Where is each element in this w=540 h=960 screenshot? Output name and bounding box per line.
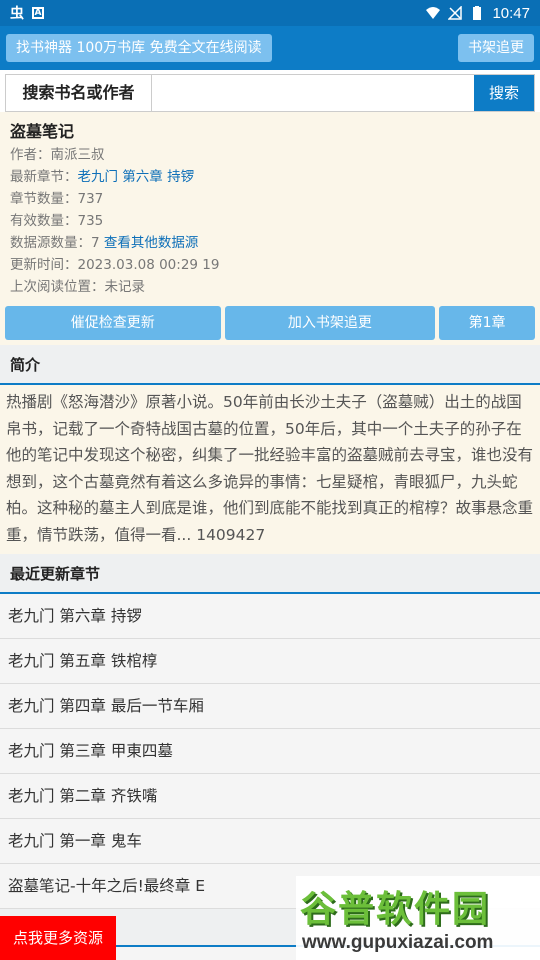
book-title: 盗墓笔记 (10, 122, 75, 141)
action-buttons: 催促检查更新 加入书架追更 第1章 (0, 302, 540, 345)
battery-icon (473, 6, 482, 20)
first-chapter-button[interactable]: 第1章 (439, 306, 535, 340)
search-button[interactable]: 搜索 (474, 75, 534, 111)
watermark-cn: 谷普软件园 (300, 889, 491, 930)
chapter-count-row: 章节数量：737 (10, 188, 530, 210)
updated-value: 2023.03.08 00:29 19 (77, 257, 220, 273)
updated-row: 更新时间：2023.03.08 00:29 19 (10, 254, 530, 276)
chapter-item[interactable]: 老九门 第五章 铁棺椁 (0, 639, 540, 684)
chapter-item[interactable]: 老九门 第一章 鬼车 (0, 819, 540, 864)
search-label: 搜索书名或作者 (6, 75, 152, 111)
search-input[interactable] (152, 75, 474, 111)
valid-count-row: 有效数量：735 (10, 210, 530, 232)
status-bar: 虫 A 10:47 (0, 0, 540, 26)
remind-update-button[interactable]: 催促检查更新 (5, 306, 221, 340)
bookshelf-button[interactable]: 书架追更 (458, 34, 534, 62)
latest-chapter-link[interactable]: 老九门 第六章 持锣 (78, 169, 195, 185)
book-info: 盗墓笔记 作者：南派三叔 最新章节：老九门 第六章 持锣 章节数量：737 有效… (0, 112, 540, 302)
last-read-value: 未记录 (104, 279, 146, 295)
sources-label: 数据源数量： (10, 235, 91, 251)
app-notification-icon: 虫 (10, 6, 24, 22)
add-to-shelf-button[interactable]: 加入书架追更 (224, 306, 436, 340)
author-row: 作者：南派三叔 (10, 144, 530, 166)
recent-chapter-list: 老九门 第六章 持锣 老九门 第五章 铁棺椁 老九门 第四章 最后一节车厢 老九… (0, 594, 540, 909)
more-resources-button[interactable]: 点我更多资源 (0, 916, 116, 960)
valid-label: 有效数量： (10, 213, 78, 229)
chapters-label: 章节数量： (10, 191, 78, 207)
watermark-url: www.gupuxiazai.com (302, 932, 494, 953)
latest-chapter-row: 最新章节：老九门 第六章 持锣 (10, 166, 530, 188)
wifi-icon (426, 7, 441, 19)
chapters-value: 737 (77, 191, 104, 207)
recent-chapters-heading: 最近更新章节 (0, 554, 540, 594)
author-label: 作者： (10, 147, 51, 163)
chapter-item[interactable]: 老九门 第二章 齐铁嘴 (0, 774, 540, 819)
chapter-item[interactable]: 老九门 第六章 持锣 (0, 594, 540, 639)
updated-label: 更新时间： (10, 257, 78, 273)
a-notification-icon: A (32, 7, 44, 19)
clock: 10:47 (492, 4, 530, 22)
last-read-label: 上次阅读位置： (10, 279, 105, 295)
latest-label: 最新章节： (10, 169, 78, 185)
chapter-item[interactable]: 老九门 第三章 甲東四墓 (0, 729, 540, 774)
search-bar: 搜索书名或作者 搜索 (5, 74, 535, 112)
intro-text: 热播剧《怒海潜沙》原著小说。50年前由长沙土夫子（盗墓贼）出土的战国帛书，记载了… (0, 385, 540, 554)
other-sources-link[interactable]: 查看其他数据源 (104, 235, 199, 251)
watermark-logo: 谷普软件园 www.gupuxiazai.com (296, 876, 540, 960)
last-read-row: 上次阅读位置：未记录 (10, 276, 530, 298)
no-signal-icon (448, 6, 463, 20)
source-count-row: 数据源数量：7 查看其他数据源 (10, 232, 530, 254)
author-value: 南派三叔 (50, 147, 105, 163)
sources-value: 7 (91, 235, 100, 251)
top-bar: 找书神器 100万书库 免费全文在线阅读 书架追更 (0, 26, 540, 70)
intro-heading: 简介 (0, 345, 540, 385)
chapter-item[interactable]: 老九门 第四章 最后一节车厢 (0, 684, 540, 729)
book-finder-button[interactable]: 找书神器 100万书库 免费全文在线阅读 (6, 34, 272, 62)
valid-value: 735 (77, 213, 104, 229)
